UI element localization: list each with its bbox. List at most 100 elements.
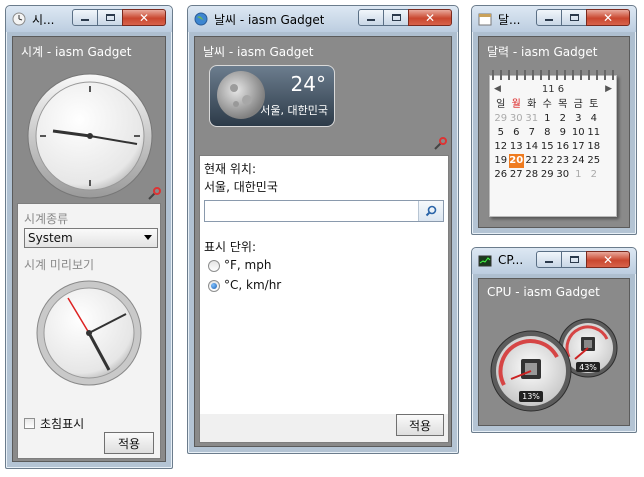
weather-location: 서울, 대한민국 [260, 104, 328, 117]
close-button[interactable]: ✕ [586, 251, 630, 268]
cpu-titlebar[interactable]: CP... ✕ [472, 248, 636, 274]
weather-settings-area: 현재 위치: 서울, 대한민국 표시 단위: °F, mph °C, km/hr… [199, 155, 449, 443]
day-cell[interactable]: 31 [524, 112, 540, 126]
clock-titlebar[interactable]: 시... ✕ [6, 6, 172, 32]
temperature: 24° [290, 72, 326, 96]
day-cell[interactable]: 3 [571, 112, 587, 126]
window-title: 날씨 - iasm Gadget [214, 13, 325, 27]
day-cell[interactable]: 22 [540, 154, 556, 168]
clock-face-large [27, 73, 153, 199]
day-cell[interactable]: 12 [493, 140, 509, 154]
day-cell[interactable]: 1 [540, 112, 556, 126]
day-cell[interactable]: 14 [524, 140, 540, 154]
minimize-button[interactable] [358, 9, 384, 26]
day-cell[interactable]: 23 [555, 154, 571, 168]
minimize-icon [367, 19, 375, 21]
day-cell[interactable]: 8 [540, 126, 556, 140]
unit-fahrenheit-label: °F, mph [224, 258, 272, 272]
day-cell[interactable]: 7 [524, 126, 540, 140]
chevron-down-icon [144, 235, 152, 240]
close-button[interactable]: ✕ [122, 9, 166, 26]
minimize-icon [81, 19, 89, 21]
seconds-hand-label: 초침표시 [40, 417, 85, 431]
day-cell[interactable]: 30 [555, 168, 571, 182]
maximize-button[interactable] [561, 9, 587, 26]
apply-button[interactable]: 적용 [396, 414, 444, 436]
close-button[interactable]: ✕ [408, 9, 452, 26]
weekday-header: 수 [542, 99, 552, 110]
cpu-percent: 13% [522, 392, 540, 401]
day-cell[interactable]: 2 [555, 112, 571, 126]
location-search-input[interactable] [204, 200, 444, 222]
apply-button[interactable]: 적용 [104, 432, 154, 454]
day-cell[interactable]: 11 [586, 126, 602, 140]
calendar-app-icon [478, 12, 492, 26]
day-cell[interactable]: 28 [524, 168, 540, 182]
globe-icon [194, 12, 208, 26]
cpu-window: CP... ✕ CPU - iasm Gadget 43% 13% [471, 247, 637, 433]
month-label: 11 6 [541, 84, 565, 95]
calendar-titlebar[interactable]: 달... ✕ [472, 6, 636, 32]
day-cell[interactable]: 25 [586, 154, 602, 168]
day-cell-today[interactable]: 20 [508, 154, 524, 168]
search-button[interactable] [418, 201, 443, 221]
day-cell[interactable]: 30 [509, 112, 525, 126]
calendar-binding [492, 70, 614, 80]
weather-window: 날씨 - iasm Gadget ✕ 날씨 - iasm Gadget 24° … [187, 5, 459, 454]
clock-type-select[interactable]: System [24, 228, 158, 248]
day-cell[interactable]: 15 [540, 140, 556, 154]
settings-wrench-icon[interactable] [147, 187, 161, 201]
day-cell[interactable]: 27 [509, 168, 525, 182]
weekday-header: 토 [589, 99, 599, 110]
day-cell[interactable]: 4 [586, 112, 602, 126]
day-cell[interactable]: 13 [509, 140, 525, 154]
day-cell[interactable]: 29 [493, 112, 509, 126]
next-month-button[interactable]: ▶ [605, 84, 612, 94]
window-title: 달... [498, 13, 521, 27]
clock-panel: 시계 - iasm Gadget 시계종류 System 시계 미리보기 초침표… [12, 36, 166, 462]
day-cell[interactable]: 16 [555, 140, 571, 154]
window-title: CP... [498, 253, 524, 267]
unit-fahrenheit-radio[interactable] [208, 260, 220, 272]
day-cell[interactable]: 9 [555, 126, 571, 140]
weekday-header-row: 일 월 화 수 목 금 토 [493, 98, 602, 112]
day-cell[interactable]: 26 [493, 168, 509, 182]
day-cell[interactable]: 10 [571, 126, 587, 140]
unit-label: 표시 단위: [204, 240, 257, 254]
week-row: 26 27 28 29 30 1 2 [493, 168, 602, 182]
day-cell[interactable]: 17 [571, 140, 587, 154]
day-cell[interactable]: 6 [509, 126, 525, 140]
maximize-button[interactable] [561, 251, 587, 268]
unit-celsius-radio[interactable] [208, 280, 220, 292]
settings-wrench-icon[interactable] [433, 137, 447, 151]
calendar-grid: 일 월 화 수 목 금 토 29 30 31 1 2 3 4 5 6 7 8 9… [493, 98, 602, 182]
day-cell[interactable]: 24 [571, 154, 587, 168]
seconds-hand-checkbox[interactable] [24, 418, 35, 429]
search-icon [425, 205, 437, 217]
maximize-button[interactable] [383, 9, 409, 26]
cpu-panel: CPU - iasm Gadget 43% 13% [478, 278, 630, 426]
day-cell[interactable]: 2 [586, 168, 602, 182]
minimize-button[interactable] [536, 251, 562, 268]
clock-preview-label: 시계 미리보기 [24, 258, 95, 272]
gadget-title: CPU - iasm Gadget [487, 285, 600, 299]
gadget-title: 시계 - iasm Gadget [21, 45, 132, 59]
clock-settings-area: 시계종류 System 시계 미리보기 초침표시 적용 [17, 203, 161, 459]
day-cell[interactable]: 18 [586, 140, 602, 154]
day-cell[interactable]: 5 [493, 126, 509, 140]
minimize-button[interactable] [72, 9, 98, 26]
day-cell[interactable]: 21 [524, 154, 540, 168]
maximize-button[interactable] [97, 9, 123, 26]
day-cell[interactable]: 19 [493, 154, 509, 168]
minimize-button[interactable] [536, 9, 562, 26]
maximize-icon [105, 14, 115, 21]
close-icon: ✕ [424, 10, 436, 25]
close-button[interactable]: ✕ [586, 9, 630, 26]
clock-type-value: System [28, 231, 73, 245]
clock-app-icon [12, 12, 26, 26]
weather-titlebar[interactable]: 날씨 - iasm Gadget ✕ [188, 6, 458, 32]
calendar-panel: 달력 - iasm Gadget ◀ 11 6 ▶ 일 월 화 수 목 금 토 … [478, 36, 630, 228]
calendar-window: 달... ✕ 달력 - iasm Gadget ◀ 11 6 ▶ 일 월 화 수… [471, 5, 637, 235]
day-cell[interactable]: 29 [540, 168, 556, 182]
day-cell[interactable]: 1 [571, 168, 587, 182]
